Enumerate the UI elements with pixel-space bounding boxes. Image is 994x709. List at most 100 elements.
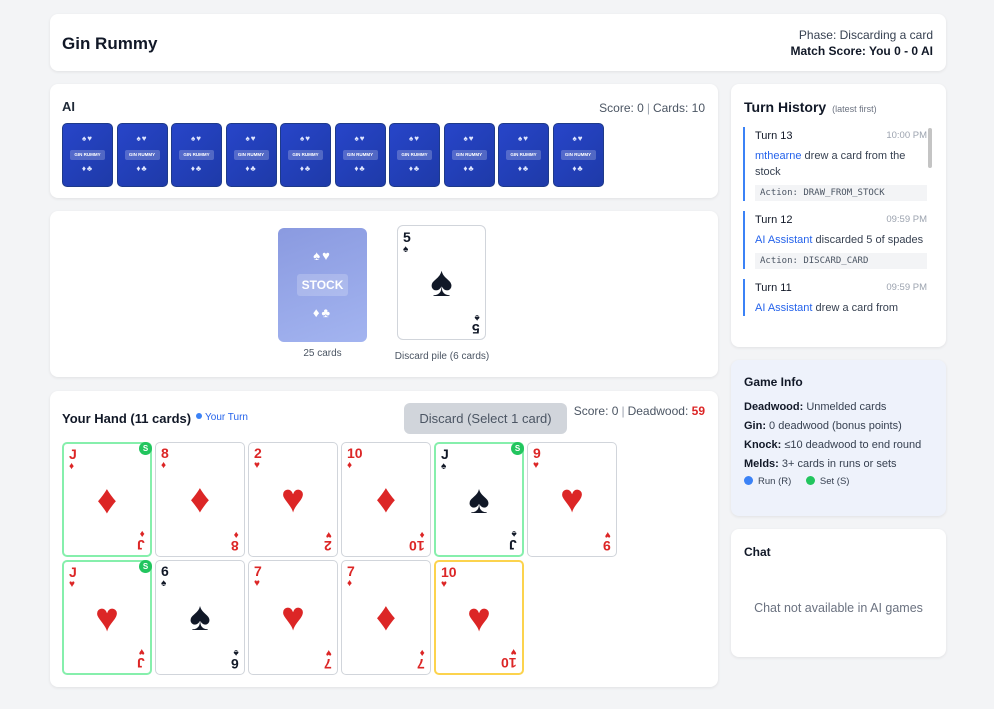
info-gin-label: Gin:: [744, 420, 766, 432]
card-back-suits-bottom: ♦♣: [81, 164, 94, 173]
hand-card[interactable]: J ♠ ♠ J ♠ S: [434, 442, 524, 557]
card-back-suits-bottom: ♦♣: [354, 164, 366, 173]
info-melds: Melds: 3+ cards in runs or sets: [744, 456, 936, 472]
hand-card[interactable]: 6 ♠ ♠ 6 ♠: [155, 560, 245, 675]
card-corner: J ♥: [137, 646, 145, 671]
set-meld-badge: S: [139, 442, 152, 455]
heart-icon: ♥: [533, 460, 539, 471]
card-corner: J ♠: [509, 528, 517, 553]
app-title: Gin Rummy: [62, 34, 158, 53]
card-rank-corner: 7: [324, 656, 332, 672]
heart-icon: ♥: [69, 579, 75, 590]
hand-card[interactable]: 7 ♦ ♦ 7 ♦: [341, 560, 431, 675]
stock-pile[interactable]: ♠♥ STOCK ♦♣: [278, 228, 367, 342]
card-rank: 7: [347, 563, 355, 579]
deadwood-label: Deadwood:: [627, 404, 689, 418]
ai-hand: ♠♥ GIN RUMMY ♦♣ ♠♥ GIN RUMMY ♦♣ ♠♥ GIN RUMMY ♦♣ ♠…: [62, 123, 604, 187]
heart-icon: ♥: [281, 477, 305, 521]
hand-card[interactable]: J ♥ ♥ J ♥ S: [62, 560, 152, 675]
card-back-suits-top: ♠♥: [191, 134, 202, 143]
history-time: 10:00 PM: [886, 130, 927, 141]
card-rank: 6: [161, 563, 169, 579]
ai-card-back: ♠♥ GIN RUMMY ♦♣: [443, 123, 495, 187]
card-back-suits-top: ♠♥: [518, 134, 529, 143]
stock-suits-top: ♠♥: [313, 248, 332, 263]
info-melds-text: 3+ cards in runs or sets: [778, 458, 897, 470]
hand-card[interactable]: 9 ♥ ♥ 9 ♥: [527, 442, 617, 557]
card-rank-corner: J: [509, 537, 517, 553]
history-scrollbar[interactable]: [928, 128, 932, 168]
diamond-icon: ♦: [375, 595, 397, 639]
stock-suits-bottom: ♦♣: [312, 305, 333, 320]
card-corner: 7 ♦: [417, 647, 425, 672]
history-time: 09:59 PM: [886, 214, 927, 225]
card-back-label: GIN RUMMY: [124, 150, 160, 160]
info-deadwood-label: Deadwood:: [744, 401, 804, 413]
phase-status: Phase: Discarding a card: [798, 28, 933, 42]
history-text: discarded 5 of spades: [812, 234, 924, 246]
discard-rank-corner: 5: [472, 321, 480, 337]
spade-icon: ♠: [430, 258, 453, 305]
diamond-icon: ♦: [189, 477, 211, 521]
spade-icon: ♠: [468, 478, 490, 522]
card-back-label: GIN RUMMY: [397, 150, 432, 160]
history-entry: Turn 12 09:59 PM AI Assistant discarded 5 …: [743, 211, 933, 269]
dot-icon: [196, 413, 202, 419]
turn-indicator: Your Turn: [196, 412, 248, 423]
hand-card[interactable]: 8 ♦ ♦ 8 ♦: [155, 442, 245, 557]
history-time: 09:59 PM: [886, 282, 927, 293]
card-rank: J: [69, 564, 77, 580]
spade-icon: ♠: [403, 244, 409, 255]
card-back-suits-bottom: ♦♣: [245, 164, 257, 173]
discard-pile-top-card[interactable]: 5 ♠ ♠ 5 ♠: [397, 225, 486, 340]
discard-rank: 5: [403, 229, 411, 245]
diamond-icon: ♦: [347, 578, 353, 589]
heart-icon: ♥: [467, 596, 491, 640]
card-rank: 8: [161, 445, 169, 461]
card-back-label: GIN RUMMY: [179, 150, 214, 160]
hand-card[interactable]: 10 ♥ ♥ 10 ♥: [434, 560, 524, 675]
diamond-icon: ♦: [96, 478, 118, 522]
ai-score: Score: 0: [599, 101, 644, 115]
info-deadwood-text: Unmelded cards: [803, 401, 887, 413]
ai-card-back: ♠♥ GIN RUMMY ♦♣: [389, 123, 440, 187]
ai-card-back: ♠♥ GIN RUMMY ♦♣: [552, 123, 604, 187]
stock-count: 25 cards: [303, 348, 342, 359]
info-gin: Gin: 0 deadwood (bonus points): [744, 418, 936, 434]
hand-card[interactable]: 7 ♥ ♥ 7 ♥: [248, 560, 338, 675]
hand-stats: Score: 0 | Deadwood: 59: [573, 404, 705, 418]
card-rank-corner: J: [137, 537, 145, 553]
card-corner: 7 ♥: [324, 647, 332, 672]
history-player: mthearne: [755, 150, 802, 162]
card-back-suits-bottom: ♦♣: [463, 164, 475, 173]
card-back-suits-top: ♠♥: [572, 134, 584, 143]
meld-legend: Run (R) Set (S): [744, 474, 936, 490]
deadwood-value: 59: [691, 404, 705, 418]
ai-card-back: ♠♥ GIN RUMMY ♦♣: [498, 123, 549, 187]
ai-card-count: Cards: 10: [652, 101, 705, 115]
heart-icon: ♥: [605, 529, 611, 540]
card-back-suits-top: ♠♥: [354, 134, 366, 143]
ai-panel: AI Score: 0 | Cards: 10 ♠♥ GIN RUMMY ♦♣ ♠♥ GIN…: [50, 84, 718, 198]
card-corner: 6 ♠: [231, 647, 239, 672]
ai-card-back: ♠♥ GIN RUMMY ♦♣: [225, 123, 277, 187]
card-rank: 10: [441, 564, 457, 580]
discard-corner: 5 ♠: [472, 312, 480, 337]
hand-card[interactable]: 2 ♥ ♥ 2 ♥: [248, 442, 338, 557]
card-corner: J ♦: [137, 528, 145, 553]
diamond-icon: ♦: [161, 460, 167, 471]
run-dot-icon: [744, 476, 753, 485]
heart-icon: ♥: [441, 579, 447, 590]
card-back-suits-bottom: ♦♣: [190, 164, 203, 173]
hand-card[interactable]: 10 ♦ ♦ 10 ♦: [341, 442, 431, 557]
history-player: AI Assistant: [755, 302, 813, 314]
discard-button[interactable]: Discard (Select 1 card): [404, 403, 567, 434]
history-message: AI Assistant discarded 5 of spades: [755, 232, 927, 248]
info-gin-text: 0 deadwood (bonus points): [766, 420, 902, 432]
chat-title: Chat: [744, 545, 771, 559]
hand-card[interactable]: J ♦ ♦ J ♦ S: [62, 442, 152, 557]
heart-icon: ♥: [560, 477, 584, 521]
history-list[interactable]: Turn 13 10:00 PM mthearne drew a card from…: [743, 127, 933, 334]
game-info-title: Game Info: [744, 375, 803, 389]
card-back-suits-top: ♠♥: [300, 134, 311, 143]
